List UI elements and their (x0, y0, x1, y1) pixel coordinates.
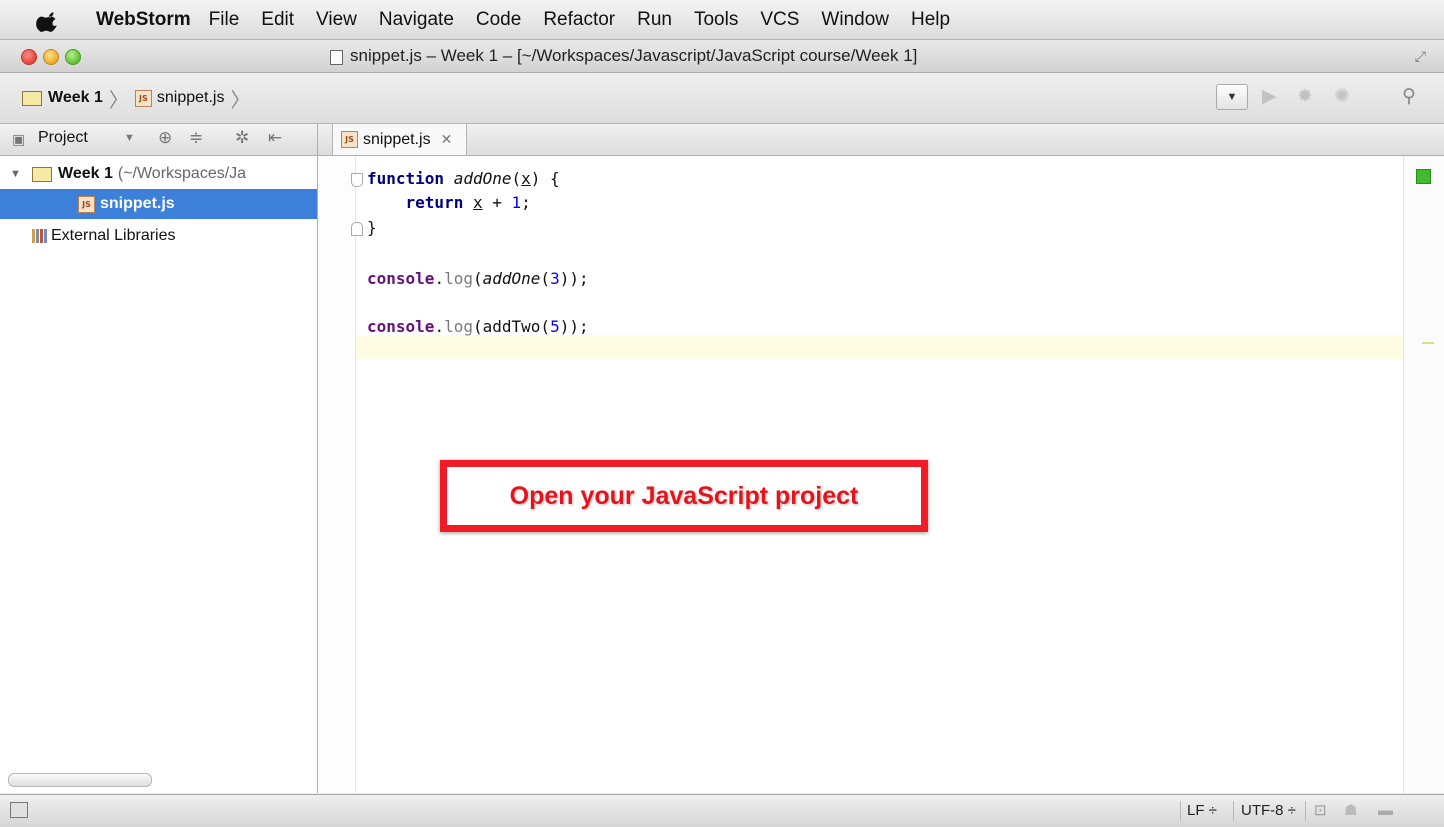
debug-icon[interactable]: ✹ (1297, 85, 1313, 108)
callout-text: Open your JavaScript project (509, 481, 859, 510)
menu-vcs[interactable]: VCS (760, 9, 799, 31)
fold-marker-icon[interactable] (351, 173, 363, 187)
menu-run[interactable]: Run (637, 9, 672, 31)
tree-item-label: snippet.js (100, 195, 175, 212)
gear-icon[interactable]: ✲ (235, 128, 249, 148)
close-tab-icon[interactable]: ✕ (441, 131, 453, 148)
menu-file[interactable]: File (209, 9, 240, 31)
editor-gutter[interactable] (318, 156, 356, 793)
navigation-bar: Week 1 〉 JS snippet.js 〉 ▼ ▶ ✹ ✺ ⚲ (0, 73, 1444, 124)
hide-panel-icon[interactable]: ⇤ (268, 128, 282, 148)
code-line-4: console.log(addOne(3)); (367, 269, 589, 288)
code-line-2: return x + 1; (405, 193, 531, 212)
folder-icon (32, 166, 52, 182)
scroll-from-source-icon[interactable]: ⊕ (158, 128, 172, 148)
document-icon (330, 50, 343, 65)
js-file-icon: JS (78, 195, 95, 213)
inspector-icon[interactable]: ☗ (1344, 795, 1357, 827)
run-icon[interactable]: ▶ (1262, 85, 1277, 108)
coverage-icon[interactable]: ✺ (1334, 85, 1350, 108)
zoom-window-button[interactable] (65, 49, 81, 65)
breadcrumb-separator-icon: 〉 (108, 89, 129, 112)
status-bar: LF ÷ UTF-8 ÷ ⊡ ☗ ▬ (0, 794, 1444, 827)
project-view-icon: ▣ (12, 131, 26, 147)
tree-item-week-1[interactable]: ▼ Week 1 (~/Workspaces/Ja (0, 159, 317, 189)
menu-navigate[interactable]: Navigate (379, 9, 454, 31)
menu-view[interactable]: View (316, 9, 357, 31)
menu-bar: WebStorm File Edit View Navigate Code Re… (0, 0, 1444, 40)
project-tree: ▼ Week 1 (~/Workspaces/Ja JS snippet.js … (0, 156, 318, 793)
menu-window[interactable]: Window (821, 9, 889, 31)
tool-window-toggle-icon[interactable] (10, 802, 28, 818)
tree-item-external-libraries[interactable]: External Libraries (0, 221, 317, 251)
inspection-status-icon[interactable] (1416, 169, 1431, 184)
menu-tools[interactable]: Tools (694, 9, 738, 31)
folder-icon (22, 90, 42, 106)
menu-edit[interactable]: Edit (261, 9, 294, 31)
stripe-marker[interactable] (1422, 342, 1434, 344)
code-line-3: } (367, 218, 377, 237)
status-divider (1305, 801, 1306, 821)
close-window-button[interactable] (21, 49, 37, 65)
collapse-all-icon[interactable]: ≑ (189, 128, 203, 148)
encoding-selector[interactable]: UTF-8 ÷ (1241, 795, 1296, 827)
fullscreen-icon[interactable]: ⤢ (1415, 48, 1426, 65)
run-configuration-dropdown[interactable]: ▼ (1216, 84, 1248, 110)
menu-refactor[interactable]: Refactor (543, 9, 615, 31)
fold-marker-icon[interactable] (351, 222, 363, 236)
window-title-bar: snippet.js – Week 1 – [~/Workspaces/Java… (0, 40, 1444, 73)
status-divider (1233, 801, 1234, 821)
menu-app-webstorm[interactable]: WebStorm (96, 9, 191, 31)
js-file-icon: JS (341, 131, 358, 148)
lock-icon[interactable]: ⊡ (1314, 795, 1327, 827)
breadcrumb-file[interactable]: snippet.js (157, 89, 225, 107)
chevron-down-icon[interactable]: ▼ (124, 132, 135, 144)
editor-tab-bar: JS snippet.js ✕ (318, 124, 1444, 156)
tree-item-path: (~/Workspaces/Ja (117, 165, 247, 182)
project-toolbar: ▣ Project ▼ ⊕ ≑ ✲ ⇤ (0, 124, 318, 156)
menu-code[interactable]: Code (476, 9, 521, 31)
error-stripe[interactable] (1403, 156, 1444, 793)
code-line-5: console.log(addTwo(5)); (367, 317, 589, 336)
search-icon[interactable]: ⚲ (1402, 85, 1416, 108)
code-line-1: function addOne(x) { (367, 169, 560, 188)
project-view-selector[interactable]: Project (38, 129, 88, 147)
breadcrumb-folder[interactable]: Week 1 (48, 89, 103, 107)
tree-item-snippet-js[interactable]: JS snippet.js (0, 189, 317, 219)
line-separator-selector[interactable]: LF ÷ (1187, 795, 1217, 827)
breadcrumb-separator-icon: 〉 (230, 89, 251, 112)
breadcrumb: Week 1 〉 JS snippet.js 〉 (22, 86, 256, 112)
expand-arrow-icon[interactable]: ▼ (10, 168, 32, 180)
tab-label: snippet.js (363, 130, 431, 148)
minimize-window-button[interactable] (43, 49, 59, 65)
horizontal-scrollbar[interactable] (8, 773, 152, 787)
window-title: snippet.js – Week 1 – [~/Workspaces/Java… (350, 46, 918, 65)
libraries-icon (32, 229, 47, 243)
js-file-icon: JS (134, 89, 152, 107)
event-log-icon[interactable]: ▬ (1378, 795, 1393, 827)
tree-item-label: External Libraries (51, 227, 176, 244)
menu-help[interactable]: Help (911, 9, 950, 31)
apple-logo-icon[interactable] (36, 7, 62, 33)
tree-item-label: Week 1 (58, 165, 113, 182)
status-divider (1180, 801, 1181, 821)
tab-snippet-js[interactable]: JS snippet.js ✕ (332, 124, 468, 155)
annotation-callout: Open your JavaScript project (440, 460, 928, 532)
